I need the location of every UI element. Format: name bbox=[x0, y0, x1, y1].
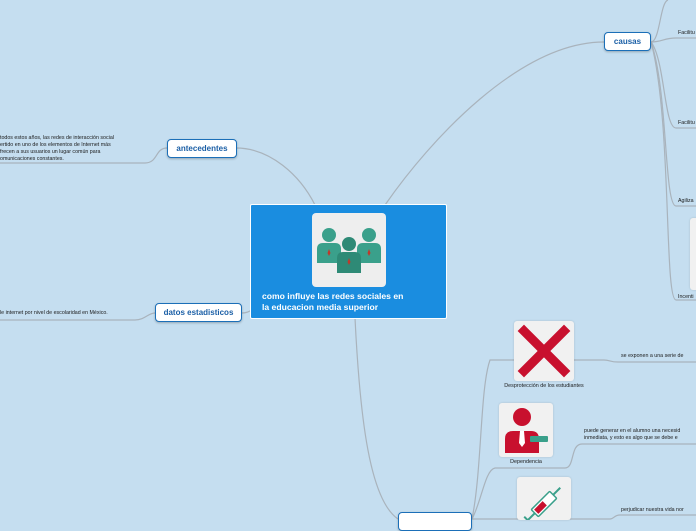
datos-text: le internet por nivel de escolaridad en … bbox=[0, 310, 108, 316]
topic-datos-label: datos estadisticos bbox=[163, 308, 234, 317]
person-red-suit-icon bbox=[499, 403, 553, 457]
antecedentes-line: todos estos años, las redes de interacci… bbox=[0, 135, 114, 141]
consecuencia-text: se exponen a una serie de bbox=[621, 353, 684, 359]
link-center-consecuencias bbox=[354, 317, 399, 520]
consecuencia-caption: Desprotección de los estudiantes bbox=[504, 383, 584, 389]
link-center-antecedentes bbox=[235, 147, 316, 206]
topic-causas-label: causas bbox=[613, 37, 642, 46]
red-x-icon bbox=[514, 321, 574, 381]
antecedentes-line: ertido en uno de los elementos de Intern… bbox=[0, 141, 111, 148]
link-causas-3 bbox=[650, 41, 696, 129]
causas-item[interactable]: Facilitu bbox=[678, 120, 695, 127]
causas-item[interactable]: Agiliza bbox=[678, 198, 694, 205]
central-title-line1: como influye las redes sociales en bbox=[262, 291, 404, 301]
central-topic-title: como influye las redes sociales en la ed… bbox=[262, 291, 442, 312]
antecedentes-line: omunicaciones constantes. bbox=[0, 155, 64, 162]
topic-antecedentes[interactable]: antecedentes bbox=[167, 139, 237, 158]
topic-consecuencias[interactable] bbox=[398, 512, 472, 531]
causas-image-tile bbox=[690, 218, 696, 290]
topic-datos-estadisticos[interactable]: datos estadisticos bbox=[155, 303, 242, 322]
link-center-causas bbox=[384, 41, 605, 206]
consecuencia-text-line: puede generar en el alumno una necesid bbox=[584, 428, 681, 434]
consecuencia-text-line: inmediata, y esto es algo que se debe e bbox=[584, 434, 678, 441]
topic-antecedentes-label: antecedentes bbox=[176, 144, 228, 153]
antecedentes-line: frecen a sus usuarios un lugar común par… bbox=[0, 148, 101, 155]
antecedentes-text: todos estos años, las redes de interacci… bbox=[0, 135, 114, 163]
central-title-line2: la educacion media superior bbox=[262, 301, 379, 312]
consecuencia-caption: Dependencia bbox=[510, 459, 542, 465]
topic-causas[interactable]: causas bbox=[604, 32, 651, 51]
consecuencia-text: perjudicar nuestra vida nor bbox=[621, 507, 684, 513]
consecuencia-text: puede generar en el alumno una necesid i… bbox=[584, 428, 680, 442]
causas-item[interactable]: Incenti bbox=[678, 294, 694, 301]
link-causas-1 bbox=[650, 0, 669, 43]
people-group-icon bbox=[312, 213, 386, 287]
link-consec-3 bbox=[472, 514, 696, 520]
link-causas-2 bbox=[650, 37, 696, 43]
causas-item[interactable]: Facilitu bbox=[678, 30, 695, 37]
central-topic[interactable]: como influye las redes sociales en la ed… bbox=[250, 204, 447, 319]
syringe-icon bbox=[517, 477, 571, 525]
